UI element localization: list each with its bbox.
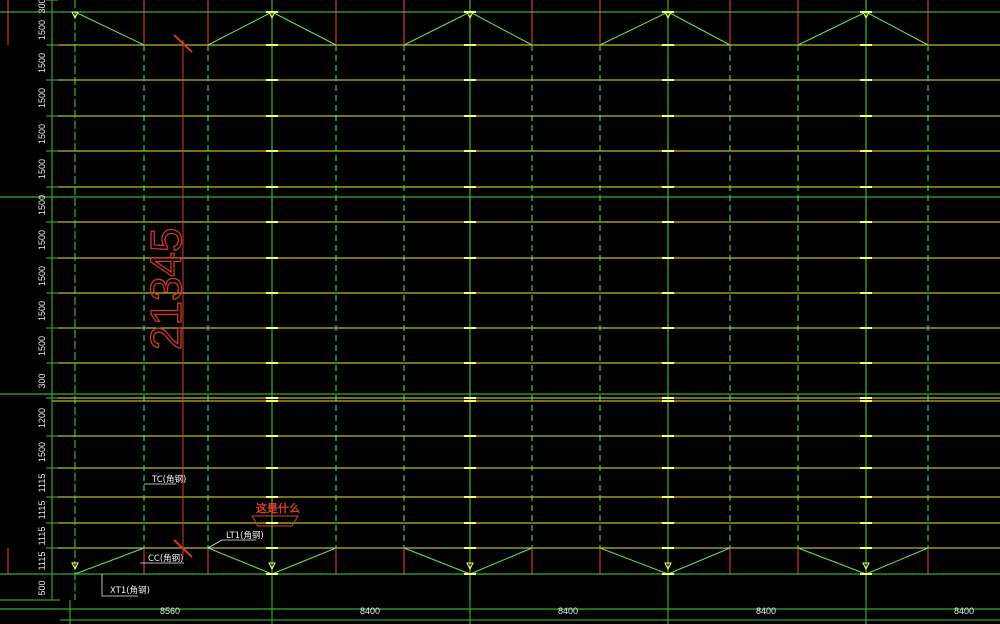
left-dim-label: 1500 (37, 53, 47, 73)
brace-line (74, 547, 145, 575)
left-dim-label: 1200 (37, 408, 47, 428)
bottom-dim-label: 8400 (954, 606, 974, 616)
left-dim-label: 1500 (37, 159, 47, 179)
left-dim-label: 1115 (37, 527, 47, 546)
tc-label: TC(角钢) (151, 474, 186, 485)
bottom-dim-label: 8400 (558, 606, 578, 616)
brace-line (207, 11, 273, 46)
left-dim-label: 1500 (37, 124, 47, 144)
left-dim-label: 1500 (37, 230, 47, 250)
brace-line (207, 547, 273, 575)
annotation-underline (251, 515, 299, 527)
brace-line (599, 11, 669, 46)
left-dim-label: 1500 (37, 301, 47, 321)
left-dim-label: 1500 (37, 266, 47, 286)
brace-line (403, 547, 471, 575)
cc-label: CC(角钢) (148, 553, 184, 564)
lt1-label: LT1(角钢) (226, 530, 264, 541)
bottom-dim-label: 8560 (160, 606, 180, 616)
brace-line (797, 547, 867, 575)
left-dim-label: 1115 (37, 501, 47, 520)
leader-arrow-icon (207, 539, 223, 549)
brace-line (469, 547, 533, 575)
brace-line (271, 547, 337, 575)
left-dim-label: 300 (37, 0, 47, 14)
purlin-lines (52, 11, 1000, 575)
left-dim-label: 1115 (37, 474, 47, 493)
markers (71, 11, 872, 597)
left-dim-label: 1500 (37, 195, 47, 215)
left-dim-label: 1500 (37, 20, 47, 40)
left-dim-label: 1500 (37, 336, 47, 356)
brace-line (667, 547, 731, 575)
bottom-dim-label: 8400 (360, 606, 380, 616)
brace-line (865, 11, 929, 46)
overall-dimension-label: 21345 (142, 228, 191, 350)
brace-line (667, 11, 731, 46)
left-dim-label: 1115 (37, 552, 47, 571)
left-dim-label: 300 (37, 373, 47, 388)
brace-line (599, 547, 669, 575)
left-dim-label: 500 (37, 580, 47, 595)
brace-line (271, 11, 337, 46)
left-dimension-labels: 300 1500 1500 1500 1500 1500 1500 1500 1500 1500 1… (37, 0, 47, 596)
brace-line (797, 11, 867, 46)
left-dim-label: 1500 (37, 88, 47, 108)
brace-line (865, 547, 929, 575)
bottom-dim-label: 8400 (756, 606, 776, 616)
left-dim-label: 1500 (37, 442, 47, 462)
brace-line (74, 11, 145, 46)
xt1-label: XT1(角钢) (110, 585, 150, 596)
cad-drawing-canvas[interactable]: 300 1500 1500 1500 1500 1500 1500 1500 1500 1500 1… (0, 0, 1000, 624)
brace-line (403, 11, 471, 46)
question-annotation: 这是什么 (256, 501, 300, 515)
brace-line (469, 11, 533, 46)
bottom-dimension-labels: 8560 8400 8400 8400 8400 (160, 606, 974, 616)
brace-lines (74, 0, 929, 600)
